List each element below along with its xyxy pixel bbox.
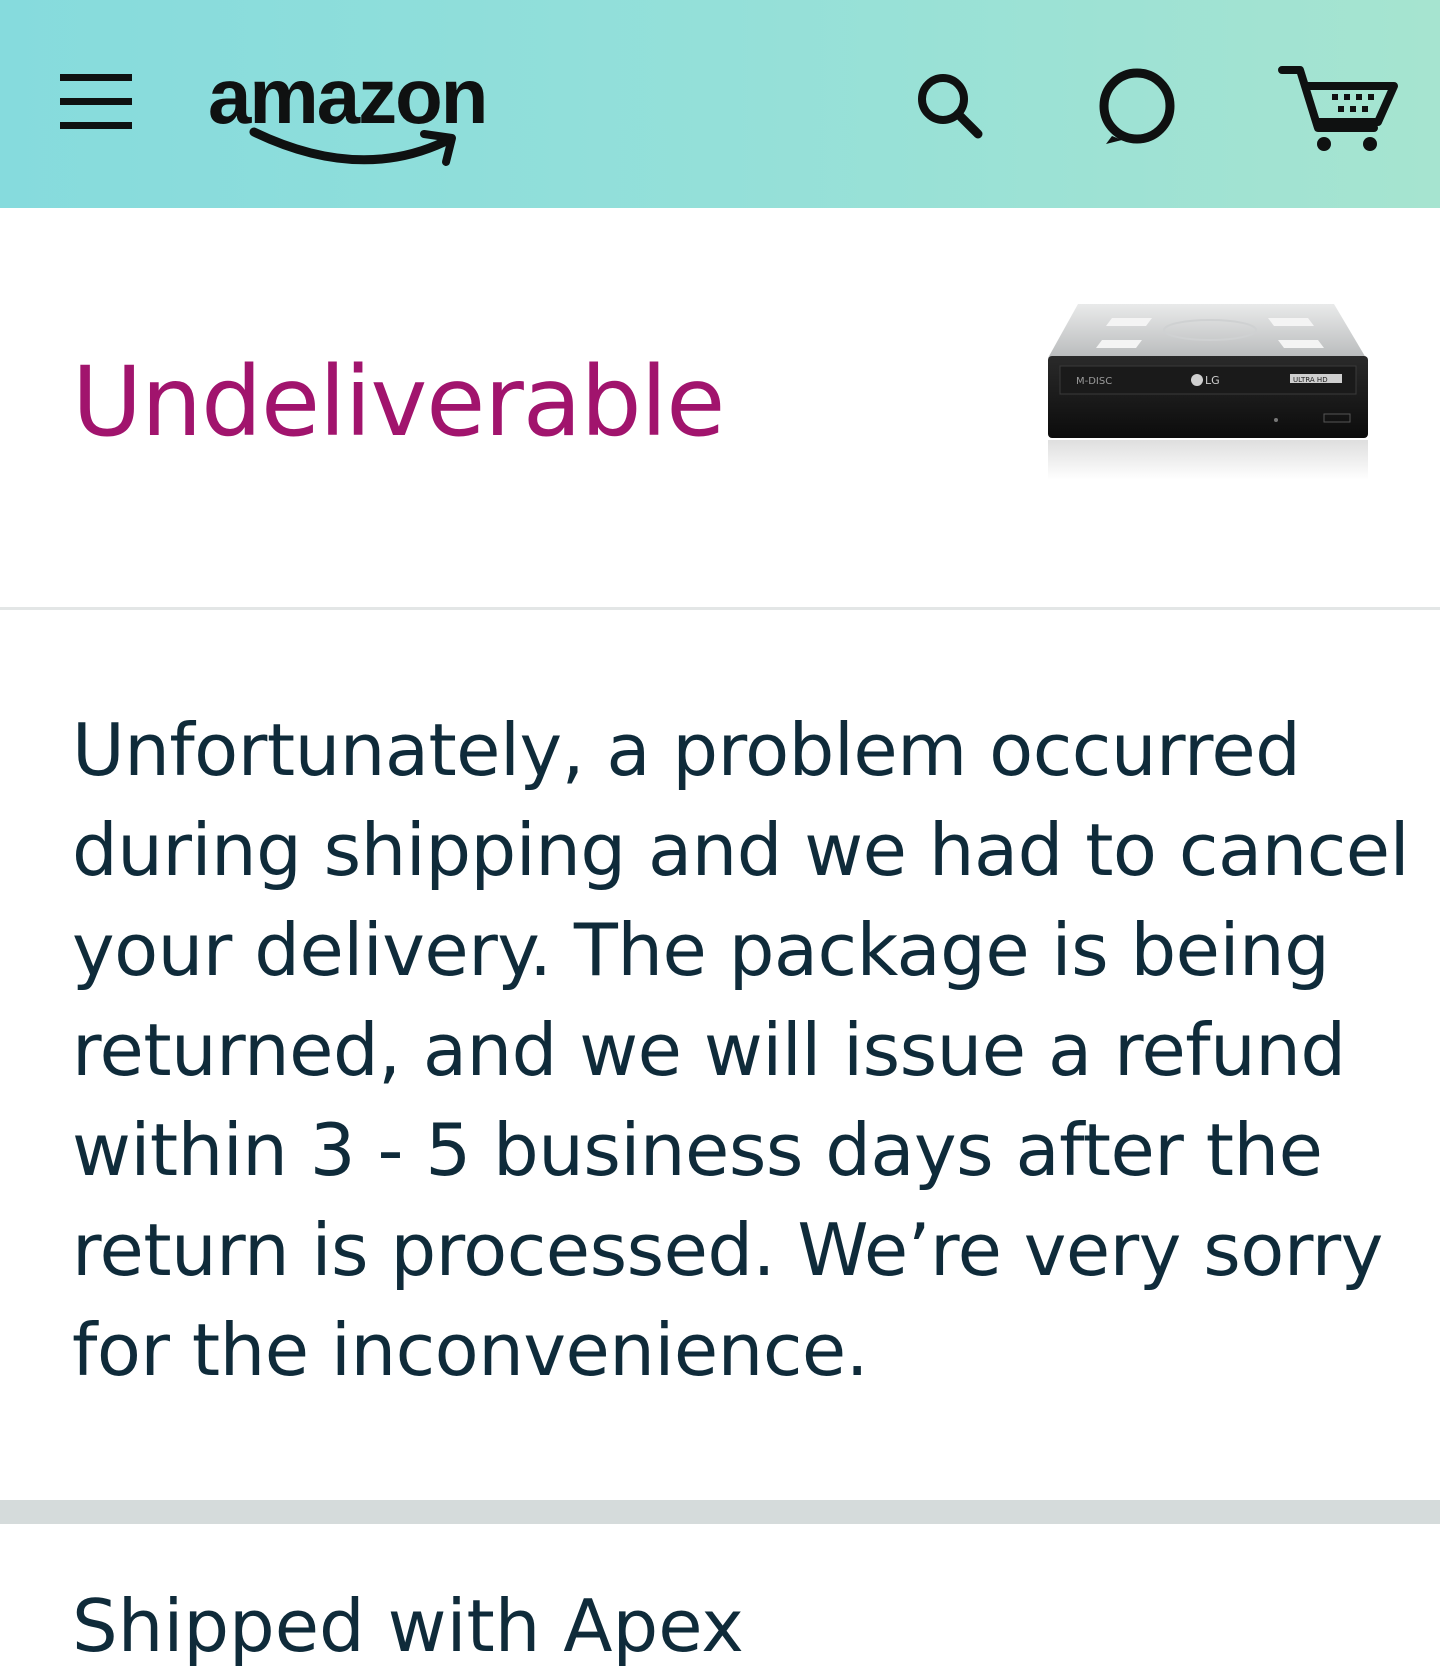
alexa-ring-icon[interactable] xyxy=(1096,66,1178,148)
menu-bar xyxy=(60,98,132,105)
search-glyph xyxy=(918,74,983,139)
message-line: within 3 - 5 business days after the xyxy=(72,1108,1323,1192)
message-line: Unfortunately, a problem occurred xyxy=(72,708,1301,792)
message-line: return is processed. We’re very sorry xyxy=(72,1208,1383,1292)
section-divider xyxy=(0,607,1440,610)
menu-bar xyxy=(60,74,132,81)
cart-glyph xyxy=(1278,66,1398,151)
status-message: Unfortunately, a problem occurred during… xyxy=(72,700,1410,1400)
message-line: for the inconvenience. xyxy=(72,1308,869,1392)
shipping-carrier-heading: Shipped with Apex xyxy=(72,1584,744,1668)
search-icon[interactable] xyxy=(912,68,988,144)
logo-smile-arrow xyxy=(249,127,456,166)
menu-bar xyxy=(60,122,132,129)
alexa-glyph xyxy=(1099,68,1175,144)
amazon-logo[interactable]: amazon xyxy=(208,50,528,170)
message-line: your delivery. The package is being xyxy=(72,908,1330,992)
section-separator xyxy=(0,1500,1440,1524)
message-line: during shipping and we had to cancel xyxy=(72,808,1410,892)
disc-drive-illustration: M-DISC LG ULTRA HD xyxy=(1048,304,1368,480)
page-title: Undeliverable xyxy=(72,346,725,458)
svg-text:LG: LG xyxy=(1205,374,1220,387)
svg-text:M-DISC: M-DISC xyxy=(1076,376,1112,387)
svg-text:ULTRA HD: ULTRA HD xyxy=(1293,376,1328,384)
top-header: amazon xyxy=(0,0,1440,208)
message-line: returned, and we will issue a refund xyxy=(72,1008,1346,1092)
product-image[interactable]: M-DISC LG ULTRA HD xyxy=(1042,296,1382,496)
cart-icon[interactable] xyxy=(1278,62,1398,154)
hamburger-menu-icon[interactable] xyxy=(58,70,134,134)
